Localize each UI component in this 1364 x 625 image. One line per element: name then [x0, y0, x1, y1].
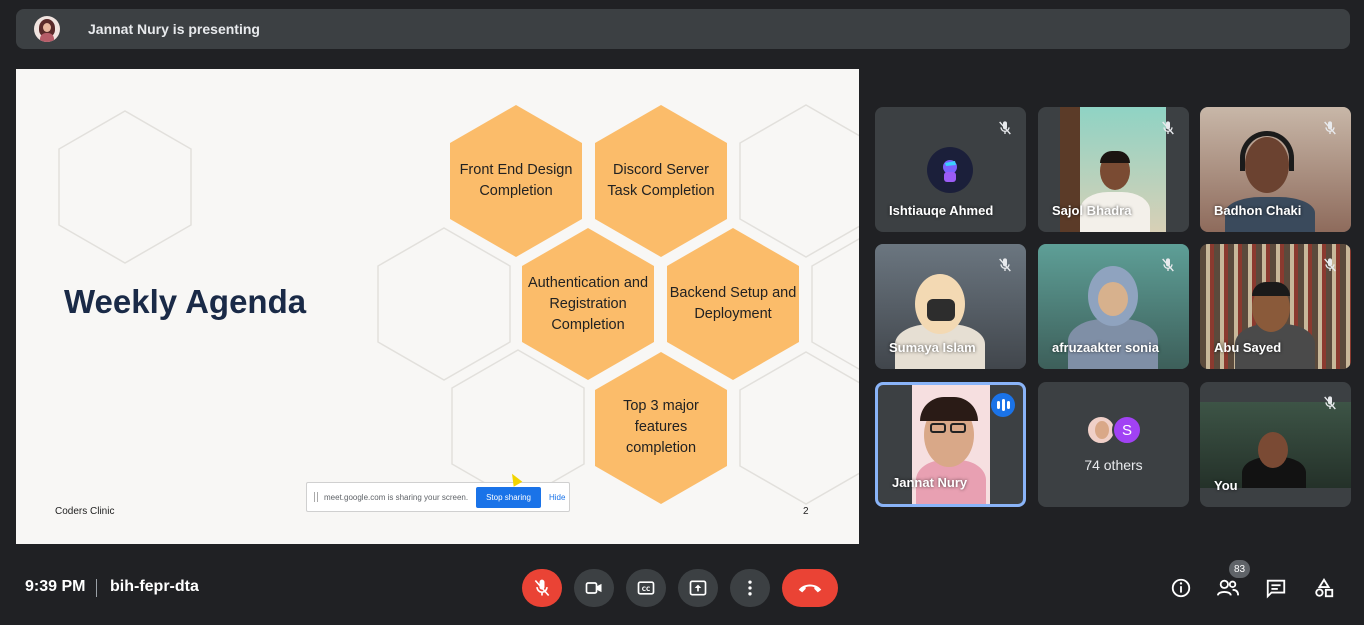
clock: 9:39 PM — [25, 578, 86, 595]
slide-footer: Coders Clinic — [55, 506, 115, 517]
participant-tile[interactable]: Abu Sayed — [1200, 244, 1351, 369]
participant-tile[interactable]: Sumaya Islam — [875, 244, 1026, 369]
call-end-icon — [798, 584, 822, 593]
presenting-bar: Jannat Nury is presenting — [16, 9, 1350, 49]
present-to-all-icon — [689, 580, 707, 596]
people-icon — [1217, 579, 1239, 596]
participant-tile[interactable]: Sajol Bhadra — [1038, 107, 1189, 232]
mic-off-icon — [534, 579, 550, 597]
info-icon — [1171, 578, 1191, 598]
stop-sharing-button[interactable]: Stop sharing — [476, 486, 541, 508]
hide-link[interactable]: Hide — [549, 493, 565, 502]
participant-name: Badhon Chaki — [1214, 203, 1302, 218]
participant-name: You — [1214, 478, 1238, 493]
slide-title: Weekly Agenda — [64, 283, 307, 320]
screen-share-notice: meet.google.com is sharing your screen. … — [306, 482, 570, 512]
mic-toggle-button[interactable] — [522, 569, 562, 607]
others-avatars: S — [1086, 415, 1146, 447]
others-count: 74 others — [1084, 457, 1143, 473]
mic-off-icon — [1319, 117, 1341, 139]
activities-button[interactable] — [1311, 575, 1337, 601]
participant-name: Ishtiauqe Ahmed — [889, 203, 994, 218]
captions-button[interactable]: CC — [626, 569, 666, 607]
others-tile[interactable]: S 74 others — [1038, 382, 1189, 507]
participant-tile-speaking[interactable]: Jannat Nury — [875, 382, 1026, 507]
mic-off-icon — [994, 254, 1016, 276]
presenter-avatar — [34, 16, 60, 42]
people-button[interactable] — [1215, 575, 1241, 601]
chat-button[interactable] — [1263, 575, 1289, 601]
discord-avatar-icon — [927, 147, 973, 193]
participant-name: Abu Sayed — [1214, 340, 1282, 355]
activities-icon — [1315, 578, 1334, 598]
participant-name: Sajol Bhadra — [1052, 203, 1132, 218]
mic-off-icon — [1157, 117, 1179, 139]
more-options-button[interactable] — [730, 569, 770, 607]
participant-tile[interactable]: Ishtiauqe Ahmed — [875, 107, 1026, 232]
divider — [96, 579, 97, 597]
hex-authentication: Authentication and Registration Completi… — [527, 274, 649, 333]
video-feed — [1200, 402, 1351, 488]
present-button[interactable] — [678, 569, 718, 607]
participant-name: Sumaya Islam — [889, 340, 976, 355]
chat-icon — [1266, 579, 1286, 599]
hex-front-end: Front End Design Completion — [459, 162, 573, 199]
mic-off-icon — [1319, 392, 1341, 414]
hex-top-features: Top 3 major features completion — [623, 397, 699, 456]
leave-call-button[interactable] — [782, 569, 838, 607]
self-tile[interactable]: You — [1200, 382, 1351, 507]
participant-count-badge: 83 — [1229, 560, 1250, 578]
mic-off-icon — [994, 117, 1016, 139]
participant-name: afruzaakter sonia — [1052, 340, 1159, 355]
meeting-code: bih-fepr-dta — [110, 578, 199, 595]
hex-backend: Backend Setup and Deployment — [669, 285, 797, 322]
participant-tile[interactable]: afruzaakter sonia — [1038, 244, 1189, 369]
drag-handle[interactable] — [314, 492, 318, 502]
more-vert-icon — [748, 580, 752, 596]
svg-text:CC: CC — [642, 587, 651, 593]
slide-page-number: 2 — [803, 506, 809, 517]
hex-discord: Discord Server Task Completion — [607, 162, 715, 199]
mic-off-icon — [1157, 254, 1179, 276]
participant-name: Jannat Nury — [892, 475, 968, 490]
mic-off-icon — [1319, 254, 1341, 276]
participant-avatar-initial: S — [1112, 415, 1142, 445]
speaking-indicator-icon — [991, 393, 1015, 417]
shared-screen: Weekly Agenda Front End Design Completio… — [16, 69, 859, 544]
closed-caption-icon: CC — [637, 581, 655, 595]
camera-toggle-button[interactable] — [574, 569, 614, 607]
presenting-label: Jannat Nury is presenting — [88, 21, 260, 37]
videocam-icon — [585, 582, 602, 594]
meeting-details-button[interactable] — [1168, 575, 1194, 601]
share-message: meet.google.com is sharing your screen. — [324, 492, 469, 502]
participant-tile[interactable]: Badhon Chaki — [1200, 107, 1351, 232]
meet-window: Jannat Nury is presenting Weekly Agenda … — [0, 0, 1364, 625]
